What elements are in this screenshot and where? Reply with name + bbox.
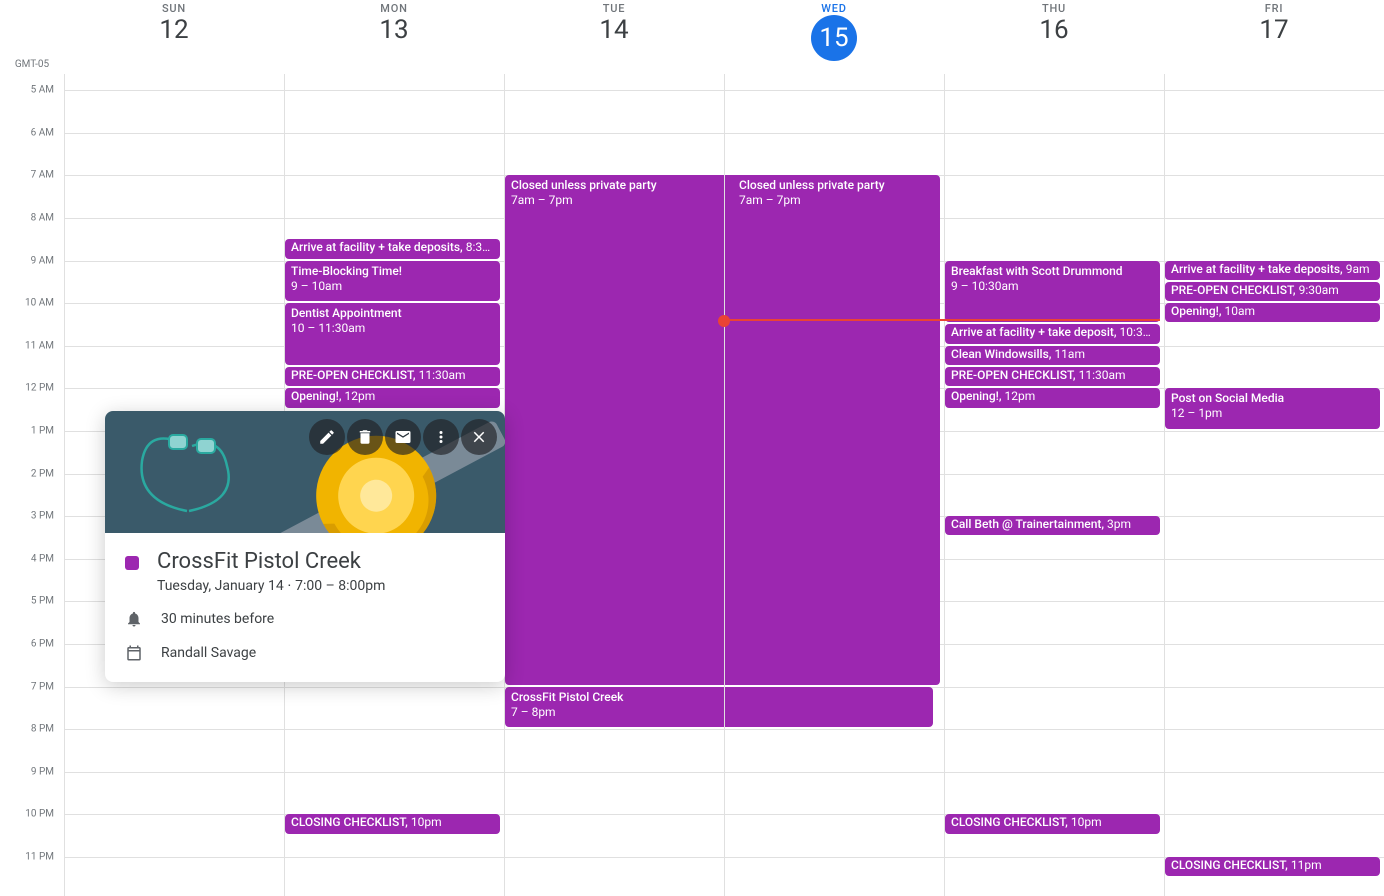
day-column[interactable]: Closed unless private party7am – 7pmCros… <box>504 74 724 896</box>
calendar-event[interactable]: Call Beth @ Trainertainment, 3pm <box>945 516 1160 535</box>
calendar-event[interactable]: Opening!, 12pm <box>285 388 500 407</box>
calendar-color-chip <box>125 556 139 570</box>
delete-button[interactable] <box>347 419 383 455</box>
calendar-event[interactable]: Time-Blocking Time!9 – 10am <box>285 261 500 302</box>
day-headers: SUN12MON13TUE14WED15THU16FRI17 <box>64 0 1384 74</box>
hour-label: 6 AM <box>31 127 54 138</box>
more-vert-icon <box>432 428 450 446</box>
bell-icon <box>125 610 143 628</box>
hour-label: 10 PM <box>25 809 54 820</box>
day-of-week: TUE <box>504 2 724 15</box>
calendar-event[interactable]: Arrive at facility + take deposits, 8:30… <box>285 239 500 258</box>
edit-button[interactable] <box>309 419 345 455</box>
hour-label: 7 PM <box>31 681 54 692</box>
calendar-event[interactable]: Dentist Appointment10 – 11:30am <box>285 303 500 365</box>
day-of-week: THU <box>944 2 1164 15</box>
day-column[interactable]: Closed unless private party7am – 7pm <box>724 74 944 896</box>
mail-icon <box>394 428 412 446</box>
email-button[interactable] <box>385 419 421 455</box>
pencil-icon <box>318 428 336 446</box>
day-number: 14 <box>504 17 724 43</box>
hour-label: 5 PM <box>31 596 54 607</box>
trash-icon <box>356 428 374 446</box>
hour-label: 8 PM <box>31 724 54 735</box>
day-header[interactable]: SUN 12 <box>64 0 284 74</box>
calendar-event[interactable]: Breakfast with Scott Drummond9 – 10:30am <box>945 261 1160 323</box>
day-number: 12 <box>64 17 284 43</box>
close-icon <box>470 428 488 446</box>
calendar-event[interactable]: Arrive at facility + take deposit, 10:30… <box>945 324 1160 343</box>
popover-toolbar <box>309 419 497 455</box>
day-header[interactable]: TUE 14 <box>504 0 724 74</box>
calendar-icon <box>125 644 143 662</box>
hour-label: 8 AM <box>31 212 54 223</box>
calendar-event[interactable]: PRE-OPEN CHECKLIST, 11:30am <box>285 367 500 386</box>
hour-label: 7 AM <box>31 170 54 181</box>
event-popover: CrossFit Pistol Creek Tuesday, January 1… <box>105 411 505 682</box>
reminder-row: 30 minutes before <box>125 610 485 628</box>
day-header[interactable]: THU 16 <box>944 0 1164 74</box>
hour-label: 11 AM <box>25 340 54 351</box>
day-column[interactable]: Breakfast with Scott Drummond9 – 10:30am… <box>944 74 1164 896</box>
reminder-text: 30 minutes before <box>161 611 274 627</box>
calendar-event[interactable]: CLOSING CHECKLIST, 10pm <box>285 814 500 833</box>
hour-label: 5 AM <box>31 85 54 96</box>
calendar-event[interactable]: Arrive at facility + take deposits, 9am <box>1165 261 1380 280</box>
calendar-event[interactable]: Closed unless private party7am – 7pm <box>733 175 940 684</box>
hour-label: 2 PM <box>31 468 54 479</box>
calendar-event[interactable]: Post on Social Media12 – 1pm <box>1165 388 1380 429</box>
day-of-week: SUN <box>64 2 284 15</box>
close-button[interactable] <box>461 419 497 455</box>
day-number: 13 <box>284 17 504 43</box>
more-button[interactable] <box>423 419 459 455</box>
day-number: 17 <box>1164 17 1384 43</box>
hour-label: 9 AM <box>31 255 54 266</box>
hour-label: 10 AM <box>25 298 54 309</box>
hour-label: 12 PM <box>25 383 54 394</box>
event-date-range: Tuesday, January 14 ⋅ 7:00 – 8:00pm <box>157 578 385 594</box>
calendar-event[interactable]: CLOSING CHECKLIST, 11pm <box>1165 857 1380 876</box>
day-of-week: FRI <box>1164 2 1384 15</box>
calendar-event[interactable]: Opening!, 12pm <box>945 388 1160 407</box>
day-of-week: MON <box>284 2 504 15</box>
calendar-event[interactable]: Clean Windowsills, 11am <box>945 346 1160 365</box>
hour-label: 9 PM <box>31 766 54 777</box>
day-of-week: WED <box>724 2 944 15</box>
day-column[interactable]: Arrive at facility + take deposits, 9am P… <box>1164 74 1384 896</box>
calendar-name: Randall Savage <box>161 645 256 661</box>
calendar-event[interactable]: PRE-OPEN CHECKLIST, 11:30am <box>945 367 1160 386</box>
earbuds-illustration <box>127 431 247 531</box>
calendar-row: Randall Savage <box>125 644 485 662</box>
calendar-event[interactable]: CLOSING CHECKLIST, 10pm <box>945 814 1160 833</box>
day-header[interactable]: MON 13 <box>284 0 504 74</box>
hour-label: 6 PM <box>31 638 54 649</box>
hour-label: 4 PM <box>31 553 54 564</box>
hour-label: 3 PM <box>31 511 54 522</box>
time-gutter: 5 AM 6 AM 7 AM 8 AM 9 AM 10 AM 11 AM 12 PM 1 PM 2… <box>0 74 64 896</box>
day-number: 15 <box>811 15 857 61</box>
timezone-label: GMT-05 <box>0 0 64 74</box>
event-title: CrossFit Pistol Creek <box>157 549 385 574</box>
hour-label: 1 PM <box>31 425 54 436</box>
day-number: 16 <box>944 17 1164 43</box>
day-header[interactable]: WED15 <box>724 0 944 74</box>
hour-label: 11 PM <box>25 851 54 862</box>
calendar-event[interactable]: PRE-OPEN CHECKLIST, 9:30am <box>1165 282 1380 301</box>
day-header[interactable]: FRI 17 <box>1164 0 1384 74</box>
event-illustration <box>105 411 505 533</box>
calendar-event[interactable]: Opening!, 10am <box>1165 303 1380 322</box>
